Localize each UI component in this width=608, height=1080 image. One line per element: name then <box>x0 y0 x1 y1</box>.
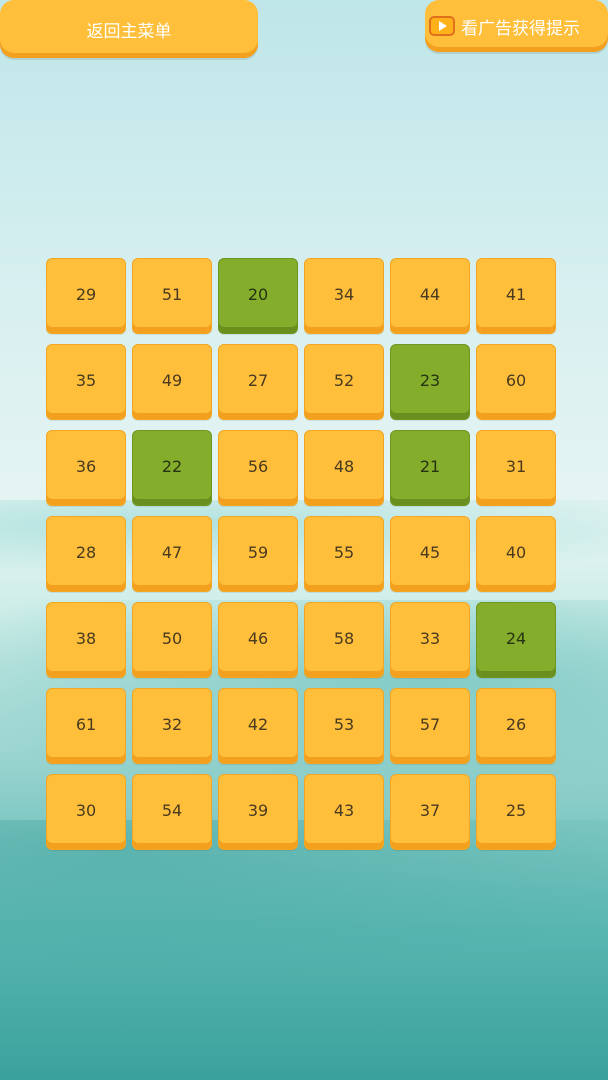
number-tile[interactable]: 26 <box>476 688 556 764</box>
tile-number: 31 <box>505 456 527 476</box>
tile-number: 23 <box>419 370 441 390</box>
tile-number: 36 <box>75 456 97 476</box>
video-play-icon <box>429 16 455 36</box>
number-tile[interactable]: 53 <box>304 688 384 764</box>
tile-number: 59 <box>247 542 269 562</box>
tile-number: 43 <box>333 800 355 820</box>
number-tile[interactable]: 32 <box>132 688 212 764</box>
tile-number: 44 <box>419 284 441 304</box>
tile-number: 53 <box>333 714 355 734</box>
tile-number: 37 <box>419 800 441 820</box>
number-tile[interactable]: 54 <box>132 774 212 850</box>
number-tile[interactable]: 31 <box>476 430 556 506</box>
number-tile[interactable]: 45 <box>390 516 470 592</box>
tile-number: 60 <box>505 370 527 390</box>
tile-number: 45 <box>419 542 441 562</box>
number-tile-selected[interactable]: 24 <box>476 602 556 678</box>
number-tile[interactable]: 39 <box>218 774 298 850</box>
tile-number: 61 <box>75 714 97 734</box>
number-tile[interactable]: 36 <box>46 430 126 506</box>
number-tile[interactable]: 47 <box>132 516 212 592</box>
tile-number: 46 <box>247 628 269 648</box>
tile-number: 49 <box>161 370 183 390</box>
number-tile[interactable]: 41 <box>476 258 556 334</box>
tile-number: 26 <box>505 714 527 734</box>
number-tile[interactable]: 46 <box>218 602 298 678</box>
number-tile[interactable]: 35 <box>46 344 126 420</box>
number-tile-selected[interactable]: 23 <box>390 344 470 420</box>
number-tile[interactable]: 52 <box>304 344 384 420</box>
tile-number: 34 <box>333 284 355 304</box>
number-tile[interactable]: 34 <box>304 258 384 334</box>
back-button-label: 返回主菜单 <box>86 21 172 42</box>
tile-number: 33 <box>419 628 441 648</box>
tile-number: 29 <box>75 284 97 304</box>
tile-number: 52 <box>333 370 355 390</box>
number-tile[interactable]: 29 <box>46 258 126 334</box>
tile-number: 28 <box>75 542 97 562</box>
number-tile[interactable]: 55 <box>304 516 384 592</box>
tile-number: 58 <box>333 628 355 648</box>
tile-number: 24 <box>505 628 527 648</box>
tile-number: 25 <box>505 800 527 820</box>
tile-number: 51 <box>161 284 183 304</box>
number-tile[interactable]: 43 <box>304 774 384 850</box>
number-tile[interactable]: 48 <box>304 430 384 506</box>
number-tile[interactable]: 40 <box>476 516 556 592</box>
number-tile[interactable]: 37 <box>390 774 470 850</box>
tile-number: 30 <box>75 800 97 820</box>
tile-number: 27 <box>247 370 269 390</box>
tile-number: 41 <box>505 284 527 304</box>
tile-number: 50 <box>161 628 183 648</box>
tile-number: 35 <box>75 370 97 390</box>
tile-number: 20 <box>247 284 269 304</box>
tile-number: 57 <box>419 714 441 734</box>
hint-button-label: 看广告获得提示 <box>461 18 580 39</box>
number-tile[interactable]: 61 <box>46 688 126 764</box>
tile-number: 22 <box>161 456 183 476</box>
number-tile-selected[interactable]: 20 <box>218 258 298 334</box>
number-tile[interactable]: 50 <box>132 602 212 678</box>
number-tile[interactable]: 25 <box>476 774 556 850</box>
number-tile-selected[interactable]: 21 <box>390 430 470 506</box>
tile-number: 32 <box>161 714 183 734</box>
tile-number: 48 <box>333 456 355 476</box>
tile-number: 54 <box>161 800 183 820</box>
background-wave <box>0 820 608 1080</box>
number-tile-selected[interactable]: 22 <box>132 430 212 506</box>
number-tile[interactable]: 51 <box>132 258 212 334</box>
back-to-main-menu-button[interactable]: 返回主菜单 <box>0 0 258 58</box>
tile-number: 42 <box>247 714 269 734</box>
number-tile[interactable]: 60 <box>476 344 556 420</box>
tile-number: 38 <box>75 628 97 648</box>
tile-number: 39 <box>247 800 269 820</box>
tile-number: 47 <box>161 542 183 562</box>
tile-number: 55 <box>333 542 355 562</box>
tile-number: 40 <box>505 542 527 562</box>
number-tile[interactable]: 28 <box>46 516 126 592</box>
number-tile[interactable]: 56 <box>218 430 298 506</box>
number-tile[interactable]: 30 <box>46 774 126 850</box>
number-tile[interactable]: 33 <box>390 602 470 678</box>
number-tile[interactable]: 57 <box>390 688 470 764</box>
number-tile[interactable]: 42 <box>218 688 298 764</box>
number-tile[interactable]: 58 <box>304 602 384 678</box>
tile-number: 56 <box>247 456 269 476</box>
tile-number: 21 <box>419 456 441 476</box>
number-tile[interactable]: 59 <box>218 516 298 592</box>
number-tile[interactable]: 44 <box>390 258 470 334</box>
number-tile[interactable]: 27 <box>218 344 298 420</box>
number-tile[interactable]: 38 <box>46 602 126 678</box>
number-tile[interactable]: 49 <box>132 344 212 420</box>
watch-ad-hint-button[interactable]: 看广告获得提示 <box>425 0 608 52</box>
